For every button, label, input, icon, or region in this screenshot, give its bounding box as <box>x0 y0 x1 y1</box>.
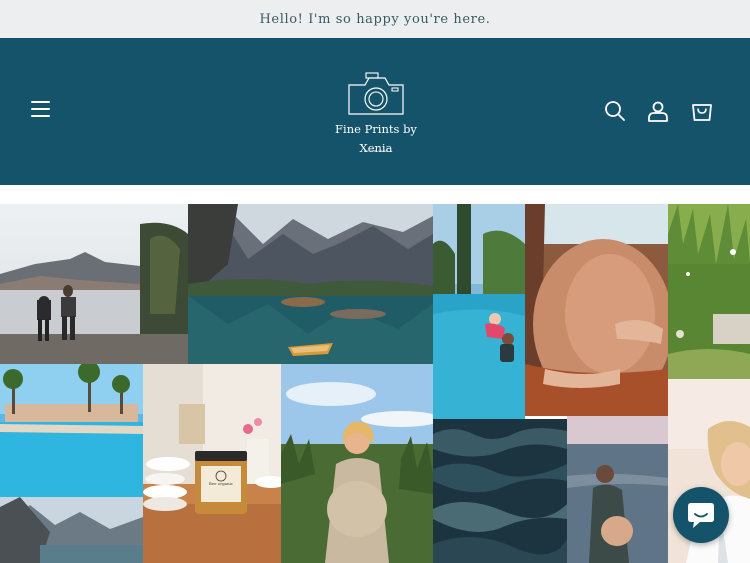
cart-icon[interactable] <box>690 99 714 123</box>
announcement-bar: Hello! I'm so happy you're here. <box>0 0 750 38</box>
chat-button[interactable] <box>673 487 729 543</box>
site-logo[interactable]: Fine Prints by Xenia SINCE 2020 <box>326 72 426 162</box>
photo-pregnant-woman-sea[interactable] <box>567 416 668 563</box>
chat-icon <box>688 503 714 528</box>
menu-icon[interactable] <box>29 99 53 121</box>
site-header: Fine Prints by Xenia SINCE 2020 <box>0 38 750 185</box>
photo-mountain-lake-small[interactable] <box>0 497 143 563</box>
announcement-text: Hello! I'm so happy you're here. <box>259 11 491 27</box>
photo-mountain-lake-boat[interactable] <box>188 204 433 364</box>
logo-line1: Fine Prints by <box>335 122 417 136</box>
photo-pool-child-swimming[interactable] <box>433 204 525 419</box>
photo-pregnant-belly[interactable] <box>525 204 668 416</box>
search-icon[interactable] <box>603 99 627 123</box>
photo-meadow-flowers[interactable] <box>668 204 750 379</box>
photo-pregnant-woman-cactus[interactable] <box>281 364 433 563</box>
camera-icon <box>348 72 404 115</box>
account-icon[interactable] <box>646 99 670 123</box>
photo-collage: Bee organic <box>0 204 750 563</box>
photo-resort-pool[interactable] <box>0 364 143 497</box>
logo-since: SINCE 2020 <box>364 149 388 153</box>
photo-ocean-waves[interactable] <box>433 419 567 563</box>
photo-couple-lakeside[interactable] <box>0 204 188 364</box>
photo-kitchen-honey-jar[interactable]: Bee organic <box>143 364 281 563</box>
jar-label: Bee organic <box>208 481 234 486</box>
